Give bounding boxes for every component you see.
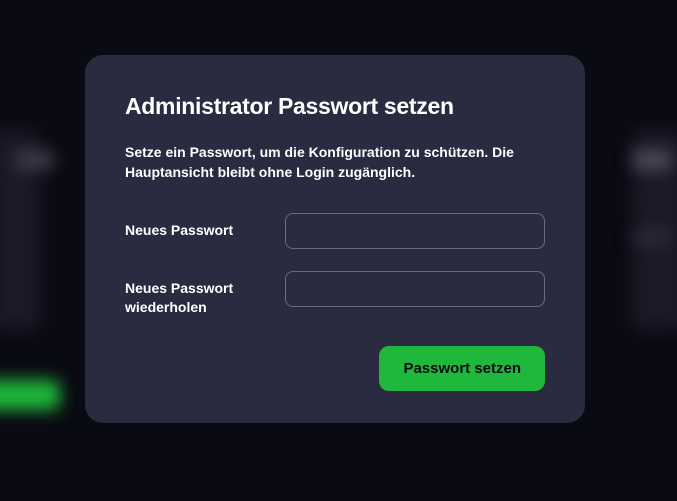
repeat-password-input[interactable]: [285, 271, 545, 307]
repeat-password-label: Neues Passwort wiederholen: [125, 271, 285, 318]
set-password-modal: Administrator Passwort setzen Setze ein …: [85, 55, 585, 423]
form-row-repeat-password: Neues Passwort wiederholen: [125, 271, 545, 318]
modal-footer: Passwort setzen: [125, 346, 545, 391]
modal-title: Administrator Passwort setzen: [125, 93, 545, 120]
background-card: [632, 150, 672, 170]
new-password-label: Neues Passwort: [125, 213, 285, 241]
new-password-input[interactable]: [285, 213, 545, 249]
background-card: [15, 150, 55, 170]
form-row-new-password: Neues Passwort: [125, 213, 545, 249]
set-password-button[interactable]: Passwort setzen: [379, 346, 545, 391]
modal-description: Setze ein Passwort, um die Konfiguration…: [125, 142, 545, 183]
background-accent: [0, 380, 60, 410]
background-card: [632, 230, 672, 245]
